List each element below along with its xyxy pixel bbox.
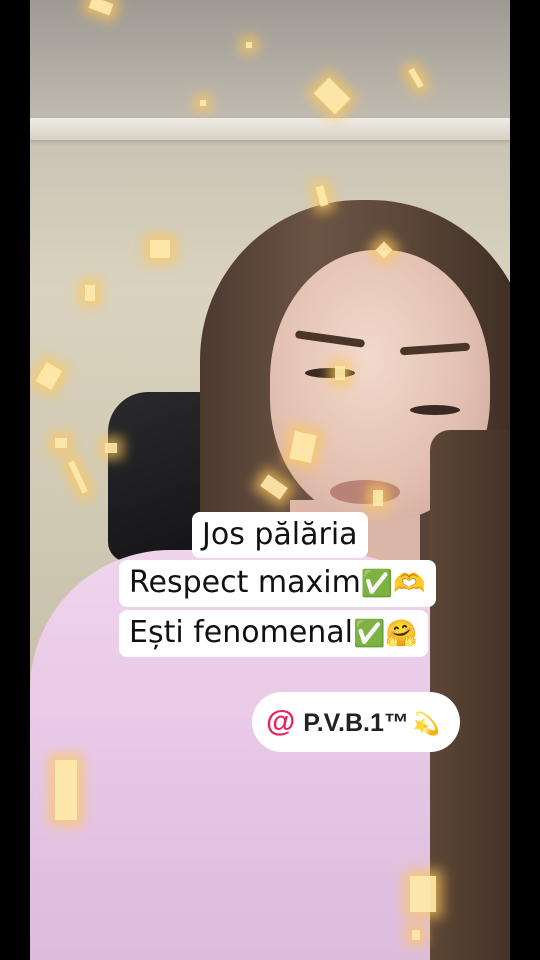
caption-text: Ești fenomenal bbox=[129, 615, 354, 650]
check-heart-hands-emoji: ✅🫶 bbox=[360, 569, 426, 599]
mention-handle: P.V.B.1™ bbox=[303, 709, 409, 737]
caption-line-2: Respect maxim✅🫶 bbox=[119, 560, 436, 607]
caption-line-3: Ești fenomenal✅🤗 bbox=[119, 610, 428, 657]
caption-text: Respect maxim bbox=[129, 565, 361, 600]
at-sign-icon: @ bbox=[266, 705, 296, 738]
check-hug-emoji: ✅🤗 bbox=[353, 619, 418, 649]
caption-line-1: Jos pălăria bbox=[192, 512, 368, 558]
mention-sticker[interactable]: @ P.V.B.1™ 💫 bbox=[252, 692, 461, 752]
caption-text: Jos pălăria bbox=[202, 517, 358, 552]
caption-overlay: Jos pălăria Respect maxim✅🫶 Ești fenomen… bbox=[0, 0, 540, 960]
dizzy-star-icon: 💫 bbox=[412, 711, 441, 736]
